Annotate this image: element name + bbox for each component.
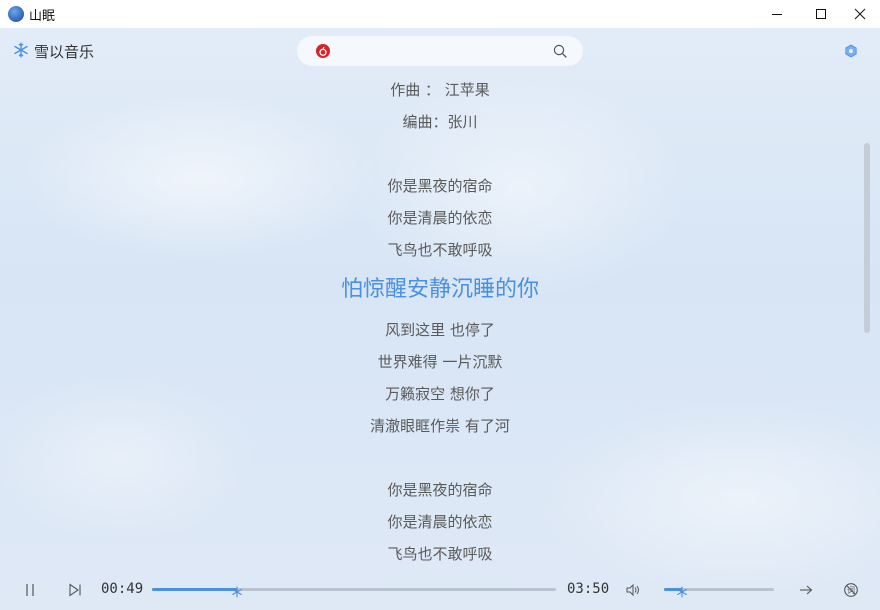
lyric-line-current[interactable]: 怕惊醒安静沉睡的你 [0, 276, 880, 304]
brand[interactable]: 雪以音乐 [13, 41, 94, 62]
lyric-line[interactable]: 你是黑夜的宿命 [0, 480, 880, 500]
play-mode-sequence-icon[interactable] [797, 582, 815, 598]
brand-name: 雪以音乐 [34, 43, 95, 61]
elapsed-time: 00:49 [101, 581, 144, 597]
volume-slider[interactable] [664, 586, 774, 598]
next-track-icon[interactable] [66, 582, 84, 598]
close-button[interactable] [843, 0, 877, 28]
snowflake-icon [13, 41, 29, 62]
search-input[interactable] [338, 41, 542, 63]
lyric-line[interactable]: 清澈眼眶作祟 有了河 [0, 416, 880, 436]
volume-icon[interactable] [624, 582, 642, 598]
lyric-line[interactable]: 万籁寂空 想你了 [0, 384, 880, 404]
lyric-line[interactable]: 作曲 ： 江苹果 [0, 80, 880, 100]
app-logo-icon [8, 6, 24, 22]
search-bar[interactable] [298, 37, 582, 65]
progress-thumb-snowflake-icon[interactable] [231, 583, 243, 598]
volume-thumb-snowflake-icon[interactable] [676, 583, 688, 598]
progress-slider[interactable] [152, 586, 556, 598]
progress-fill [152, 588, 237, 591]
lyric-line[interactable]: 飞鸟也不敢呼吸 [0, 240, 880, 260]
lyric-line[interactable]: 你是清晨的依恋 [0, 208, 880, 228]
lyrics-scrollbar[interactable] [864, 143, 870, 333]
search-icon[interactable] [553, 43, 567, 62]
lyric-line[interactable]: 风到这里 也停了 [0, 320, 880, 340]
netease-logo-icon[interactable] [316, 44, 330, 58]
window-title: 山眠 [29, 9, 56, 24]
pause-icon[interactable] [22, 582, 38, 598]
lyric-line[interactable]: 飞鸟也不敢呼吸 [0, 544, 880, 564]
settings-gear-icon[interactable] [844, 43, 858, 62]
title-bar: 山眠 [0, 0, 880, 28]
lyric-line[interactable]: 世界难得 一片沉默 [0, 352, 880, 372]
minimize-button[interactable] [760, 0, 794, 28]
maximize-button[interactable] [804, 0, 838, 28]
lyric-line[interactable]: 你是清晨的依恋 [0, 512, 880, 532]
lyrics-toggle-icon[interactable]: 词 [842, 581, 860, 599]
lyric-line[interactable]: 你是黑夜的宿命 [0, 176, 880, 196]
lyric-line[interactable]: 编曲：张川 [0, 112, 880, 132]
duration-time: 03:50 [567, 581, 610, 597]
player-bar: 00:49 03:50 词 [0, 572, 880, 610]
